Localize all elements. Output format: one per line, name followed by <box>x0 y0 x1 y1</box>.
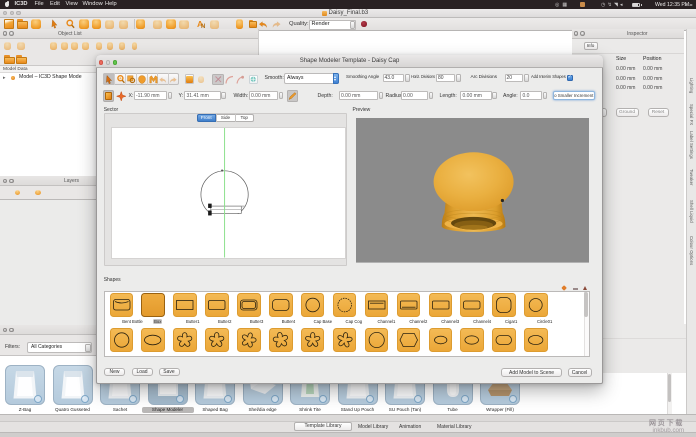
svg-text:N: N <box>201 24 205 29</box>
